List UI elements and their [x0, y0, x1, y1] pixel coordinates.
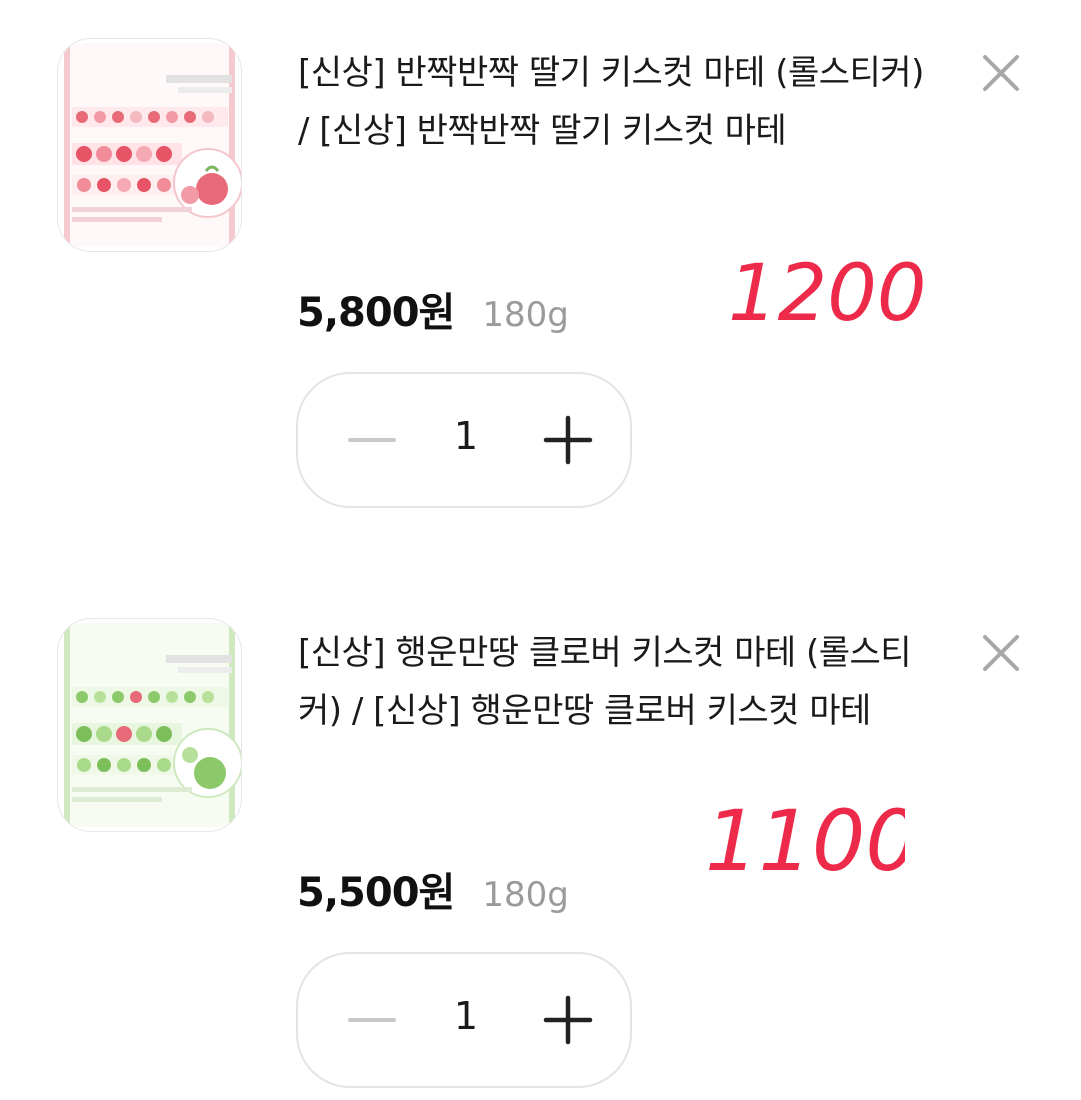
- close-icon: [983, 55, 1019, 91]
- product-price: 5,500원: [297, 870, 455, 916]
- minus-icon: [348, 1018, 396, 1022]
- minus-icon: [348, 438, 396, 442]
- plus-icon: [543, 995, 593, 1045]
- product-thumbnail[interactable]: [57, 38, 242, 252]
- product-price: 5,800원: [297, 290, 455, 336]
- handwritten-note-text: 1200: [728, 252, 927, 338]
- cart-item: [신상] 반짝반짝 딸기 키스컷 마테 (롤스티커) / [신상] 반짝반짝 딸…: [0, 0, 1081, 520]
- close-icon: [983, 635, 1019, 671]
- remove-item-button[interactable]: [978, 630, 1024, 676]
- product-title[interactable]: [신상] 반짝반짝 딸기 키스컷 마테 (롤스티커) / [신상] 반짝반짝 딸…: [298, 44, 938, 160]
- increase-quantity-button[interactable]: [530, 402, 606, 478]
- strawberry-tape-image: [64, 43, 241, 247]
- product-thumbnail[interactable]: [57, 618, 242, 832]
- decrease-quantity-button[interactable]: [334, 402, 410, 478]
- increase-quantity-button[interactable]: [530, 982, 606, 1058]
- handwritten-note-text: 1100: [705, 792, 905, 888]
- remove-item-button[interactable]: [978, 50, 1024, 96]
- quantity-value: 1: [453, 994, 479, 1038]
- decrease-quantity-button[interactable]: [334, 982, 410, 1058]
- handwritten-note: 1100: [705, 792, 905, 888]
- product-weight: 180g: [482, 875, 569, 915]
- cart-item: [신상] 행운만땅 클로버 키스컷 마테 (롤스티커) / [신상] 행운만땅 …: [0, 580, 1081, 1100]
- price-row: 5,500원 180g: [297, 860, 569, 920]
- quantity-value: 1: [453, 414, 479, 458]
- quantity-stepper: 1: [296, 952, 632, 1088]
- plus-icon: [543, 415, 593, 465]
- quantity-stepper: 1: [296, 372, 632, 508]
- price-row: 5,800원 180g: [297, 280, 569, 340]
- clover-tape-image: [64, 623, 241, 827]
- product-title[interactable]: [신상] 행운만땅 클로버 키스컷 마테 (롤스티커) / [신상] 행운만땅 …: [298, 624, 938, 740]
- handwritten-note: 1200: [728, 252, 927, 338]
- product-weight: 180g: [482, 295, 569, 335]
